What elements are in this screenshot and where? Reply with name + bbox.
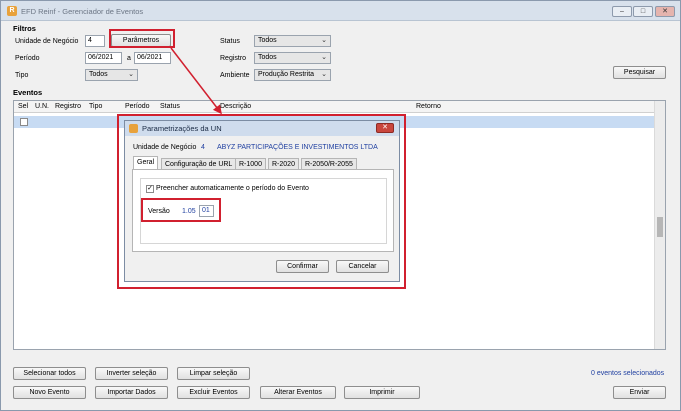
enviar-button[interactable]: Enviar — [613, 386, 666, 399]
parametrizacoes-dialog: Parametrizações da UN ✕ Unidade de Negóc… — [124, 120, 400, 282]
preencher-checkbox[interactable]: ✓ — [146, 185, 154, 193]
alterar-eventos-button[interactable]: Alterar Eventos — [260, 386, 336, 399]
imprimir-button[interactable]: Imprimir — [344, 386, 420, 399]
tab-geral[interactable]: Geral — [133, 156, 159, 170]
selecionar-todos-button[interactable]: Selecionar todos — [13, 367, 86, 380]
cancelar-button[interactable]: Cancelar — [336, 260, 389, 273]
dialog-title-bar: Parametrizações da UN ✕ — [125, 121, 399, 136]
novo-evento-button[interactable]: Novo Evento — [13, 386, 86, 399]
tab-panel-geral: ✓ Preencher automaticamente o período do… — [132, 169, 394, 252]
inverter-selecao-button[interactable]: Inverter seleção — [95, 367, 168, 380]
dialog-app-icon — [129, 124, 138, 133]
importar-dados-button[interactable]: Importar Dados — [95, 386, 168, 399]
limpar-selecao-button[interactable]: Limpar seleção — [177, 367, 250, 380]
geral-groupbox: ✓ Preencher automaticamente o período do… — [140, 178, 387, 244]
selected-count: 0 eventos selecionados — [591, 370, 665, 377]
dialog-title: Parametrizações da UN — [142, 124, 222, 133]
dialog-unidade-label: Unidade de Negócio — [133, 144, 197, 151]
preencher-label: Preencher automaticamente o período do E… — [156, 185, 309, 192]
dialog-unidade-name: ABYZ PARTICIPAÇÕES E INVESTIMENTOS LTDA — [217, 144, 378, 151]
dialog-close-button[interactable]: ✕ — [376, 123, 394, 133]
excluir-eventos-button[interactable]: Excluir Eventos — [177, 386, 250, 399]
dialog-unidade-value: 4 — [201, 144, 205, 151]
confirmar-button[interactable]: Confirmar — [276, 260, 329, 273]
main-window: R EFD Reinf - Gerenciador de Eventos – □… — [0, 0, 681, 411]
versao-highlight — [141, 198, 221, 222]
